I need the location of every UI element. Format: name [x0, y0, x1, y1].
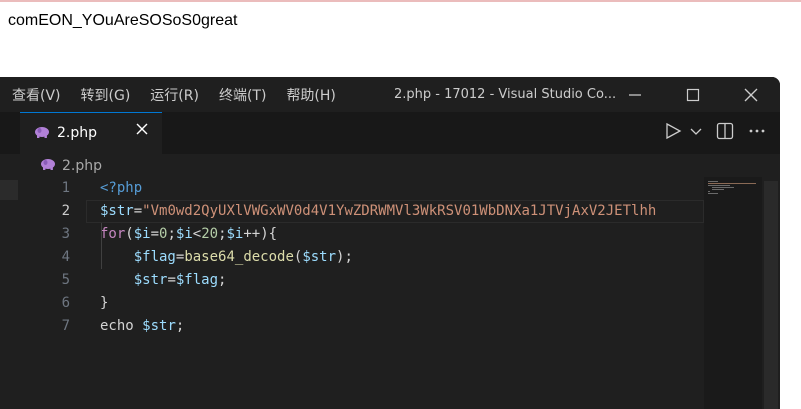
code-line: 3 for($i=0;$i<20;$i++){	[0, 223, 765, 246]
token-variable: $str	[100, 203, 134, 219]
maximize-icon[interactable]	[664, 77, 722, 112]
code-line: 6 }	[0, 292, 765, 315]
close-window-icon[interactable]	[722, 77, 780, 112]
editor-actions	[664, 122, 774, 140]
window-controls	[606, 77, 780, 112]
minimize-icon[interactable]	[606, 77, 664, 112]
token-punct: }	[100, 295, 109, 311]
code-line: 7 echo $str;	[0, 315, 765, 338]
token-operator: =	[133, 203, 143, 219]
code-line: 5 $str=$flag;	[0, 269, 765, 292]
elephant-icon	[40, 157, 56, 175]
line-number: 5	[61, 272, 70, 288]
indent-guide	[101, 223, 102, 269]
tab-bar: 2.php	[0, 112, 780, 154]
token-number: 20	[201, 226, 219, 242]
menu-item-run[interactable]: 运行(R)	[150, 85, 199, 105]
token-punct: ;	[167, 226, 176, 242]
more-actions-icon[interactable]	[748, 128, 766, 134]
line-number: 2	[61, 203, 70, 219]
minimap[interactable]	[704, 177, 762, 409]
split-editor-icon[interactable]	[716, 122, 734, 140]
line-number: 6	[61, 295, 70, 311]
token-punct: ;	[175, 318, 185, 334]
breadcrumb[interactable]: 2.php	[40, 157, 102, 175]
menu-item-terminal[interactable]: 终端(T)	[219, 85, 266, 105]
token-variable: $flag	[175, 272, 219, 288]
menu-item-goto[interactable]: 转到(G)	[81, 85, 131, 105]
menu-item-help[interactable]: 帮助(H)	[286, 85, 335, 105]
token-keyword: for	[100, 226, 126, 242]
vertical-scrollbar[interactable]	[764, 181, 778, 409]
line-number: 4	[61, 249, 70, 265]
token-string: "Vm0wd2QyUXlVWGxWV0d4V1YwZDRWMVl3WkRSV01…	[142, 203, 657, 219]
token-punct: ){	[260, 226, 278, 242]
tab-2-php[interactable]: 2.php	[20, 112, 162, 154]
code-line: 1 <?php	[0, 177, 765, 200]
close-icon[interactable]	[136, 123, 148, 139]
token-variable: $i	[175, 226, 193, 242]
window-title: 2.php - 17012 - Visual Studio Co...	[394, 87, 617, 102]
chevron-down-icon[interactable]	[690, 126, 702, 136]
token-keyword: echo	[100, 318, 134, 334]
token-operator: <	[192, 226, 202, 242]
line-number: 7	[61, 318, 70, 334]
php-open-tag: <?php	[100, 180, 143, 196]
page-top-border	[0, 0, 801, 2]
token-variable: $i	[226, 226, 244, 242]
token-punct: );	[336, 249, 353, 265]
code-line: 4 $flag=base64_decode($str);	[0, 246, 765, 269]
run-icon[interactable]	[664, 122, 682, 140]
token-variable: $i	[133, 226, 151, 242]
token-operator: ++	[243, 226, 261, 242]
elephant-icon	[34, 125, 50, 143]
token-operator: =	[150, 226, 160, 242]
breadcrumb-file[interactable]: 2.php	[62, 158, 102, 174]
code-line-current: 2 $str="Vm0wd2QyUXlVWGxWV0d4V1YwZDRWMVl3…	[0, 200, 765, 223]
token-punct: ;	[218, 272, 227, 288]
token-variable: $str	[133, 272, 168, 288]
token-punct: ;	[218, 226, 227, 242]
token-operator: =	[167, 272, 176, 288]
code-editor[interactable]: 1 <?php 2 $str="Vm0wd2QyUXlVWGxWV0d4V1Yw…	[0, 177, 765, 409]
php-output-text: comEON_YOuAreSOSoS0great	[8, 12, 238, 29]
tab-label: 2.php	[57, 125, 98, 141]
menu-bar: 查看(V) 转到(G) 运行(R) 终端(T) 帮助(H)	[12, 85, 356, 105]
vscode-window: 查看(V) 转到(G) 运行(R) 终端(T) 帮助(H) 2.php - 17…	[0, 77, 780, 409]
menu-item-view[interactable]: 查看(V)	[12, 85, 61, 105]
line-number: 3	[61, 226, 70, 242]
line-number: 1	[61, 180, 70, 196]
token-function: base64_decode	[184, 249, 294, 265]
title-bar: 查看(V) 转到(G) 运行(R) 终端(T) 帮助(H) 2.php - 17…	[0, 77, 780, 112]
token-variable: $str	[142, 318, 176, 334]
token-punct: (	[125, 226, 134, 242]
token-variable: $str	[302, 249, 337, 265]
token-variable: $flag	[133, 249, 176, 265]
